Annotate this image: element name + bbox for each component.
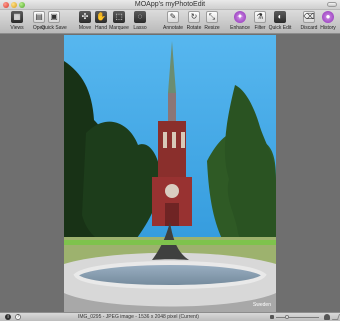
views-label: Views: [10, 25, 24, 31]
quick-save-label: Quick Save: [41, 25, 67, 31]
resize-icon: ⤡: [206, 11, 218, 23]
window-title: MOApp's myPhotoEdit: [134, 1, 206, 8]
lasso-label: Lasso: [133, 25, 147, 31]
tower-window-right: [181, 132, 185, 148]
filter-label: Filter: [254, 25, 266, 31]
lasso-button[interactable]: ◌ Lasso: [125, 11, 155, 33]
quick-edit-icon: ◐: [274, 11, 286, 23]
toolbar-toggle-button[interactable]: [327, 2, 337, 7]
zoom-slider-knob[interactable]: [285, 315, 289, 319]
zoom-out-icon[interactable]: [270, 315, 274, 319]
tower-window-left: [163, 132, 167, 148]
church-tower: [158, 121, 186, 177]
info-icon[interactable]: i: [5, 314, 11, 320]
fountain-pool: [73, 261, 267, 289]
photo-image: [64, 35, 276, 312]
quick-edit-label: Quick Edit: [268, 25, 292, 31]
quick-save-button[interactable]: ▣ Quick Save: [39, 11, 69, 33]
history-icon: ●: [322, 11, 334, 23]
resize-button[interactable]: ⤡ Resize: [197, 11, 227, 33]
resize-label: Resize: [204, 25, 220, 31]
zoom-slider-track[interactable]: [276, 317, 319, 318]
grass-strip: [64, 240, 276, 245]
quick-save-icon: ▣: [48, 11, 60, 23]
main-toolbar: ▦ Views ▤ Open ▣ Quick Save ✣ Move ✋ Han…: [0, 10, 340, 34]
marquee-icon: ⬚: [113, 11, 125, 23]
church-rose-window: [165, 184, 179, 198]
spire-base: [168, 93, 176, 122]
image-watermark: Sweden: [252, 302, 271, 308]
views-icon: ▦: [11, 11, 23, 23]
window-resize-icon[interactable]: [331, 314, 340, 320]
tower-window-center: [172, 132, 176, 148]
church-entrance: [165, 203, 179, 226]
history-button[interactable]: ● History: [313, 11, 340, 33]
quick-edit-button[interactable]: ◐ Quick Edit: [265, 11, 295, 33]
zoom-in-icon[interactable]: [324, 314, 330, 320]
status-bar: i ? IMG_0295 - JPEG image - 1536 x 2048 …: [0, 312, 340, 321]
help-icon[interactable]: ?: [15, 314, 21, 320]
photo-canvas[interactable]: Sweden: [64, 35, 276, 312]
image-status-text: IMG_0295 - JPEG image - 1536 x 2048 pixe…: [78, 314, 199, 320]
annotate-icon: ✎: [167, 11, 179, 23]
title-bar: MOApp's myPhotoEdit: [0, 0, 340, 10]
lasso-icon: ◌: [134, 11, 146, 23]
app-window: MOApp's myPhotoEdit ▦ Views ▤ Open ▣ Qui…: [0, 0, 340, 321]
history-label: History: [320, 25, 336, 31]
